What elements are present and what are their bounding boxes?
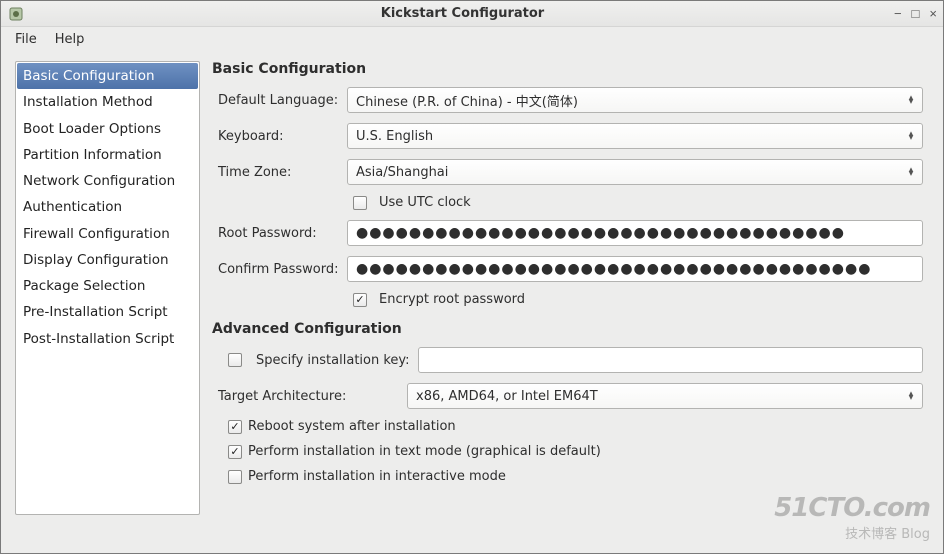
target-architecture-value: x86, AMD64, or Intel EM64T [416, 389, 904, 404]
sidebar-item-display-configuration[interactable]: Display Configuration [17, 247, 198, 273]
app-icon [7, 5, 25, 23]
main-panel: Basic Configuration Default Language: Ch… [212, 61, 929, 541]
keyboard-label: Keyboard: [212, 129, 347, 144]
sidebar-item-boot-loader-options[interactable]: Boot Loader Options [17, 116, 198, 142]
sidebar-item-basic-configuration[interactable]: Basic Configuration [17, 63, 198, 89]
interactive-label: Perform installation in interactive mode [248, 469, 506, 484]
default-language-combo[interactable]: Chinese (P.R. of China) - 中文(简体) ▴▾ [347, 87, 923, 113]
chevron-updown-icon: ▴▾ [904, 392, 918, 401]
use-utc-label: Use UTC clock [379, 195, 471, 210]
menu-file[interactable]: File [7, 30, 45, 49]
encrypt-root-label: Encrypt root password [379, 292, 525, 307]
window-title: Kickstart Configurator [31, 6, 894, 21]
text-mode-checkbox[interactable] [228, 445, 242, 459]
interactive-checkbox[interactable] [228, 470, 242, 484]
confirm-password-value: ●●●●●●●●●●●●●●●●●●●●●●●●●●●●●●●●●●●●●●● [356, 261, 871, 277]
sidebar-item-post-installation-script[interactable]: Post-Installation Script [17, 326, 198, 352]
time-zone-value: Asia/Shanghai [356, 165, 904, 180]
time-zone-label: Time Zone: [212, 165, 347, 180]
use-utc-checkbox[interactable] [353, 196, 367, 210]
sidebar-item-package-selection[interactable]: Package Selection [17, 273, 198, 299]
chevron-updown-icon: ▴▾ [904, 96, 918, 105]
sidebar-item-network-configuration[interactable]: Network Configuration [17, 168, 198, 194]
default-language-value: Chinese (P.R. of China) - 中文(简体) [356, 91, 904, 110]
sidebar-item-pre-installation-script[interactable]: Pre-Installation Script [17, 299, 198, 325]
root-password-input[interactable]: ●●●●●●●●●●●●●●●●●●●●●●●●●●●●●●●●●●●●● [347, 220, 923, 246]
titlebar: Kickstart Configurator − □ × [1, 1, 943, 27]
menubar: File Help [1, 27, 943, 51]
text-mode-label: Perform installation in text mode (graph… [248, 444, 601, 459]
sidebar-item-installation-method[interactable]: Installation Method [17, 89, 198, 115]
chevron-updown-icon: ▴▾ [904, 132, 918, 141]
reboot-checkbox[interactable] [228, 420, 242, 434]
close-button[interactable]: × [929, 6, 937, 21]
target-architecture-label: Target Architecture: [212, 389, 407, 404]
confirm-password-input[interactable]: ●●●●●●●●●●●●●●●●●●●●●●●●●●●●●●●●●●●●●●● [347, 256, 923, 282]
keyboard-value: U.S. English [356, 129, 904, 144]
menu-help[interactable]: Help [47, 30, 93, 49]
sidebar-item-authentication[interactable]: Authentication [17, 194, 198, 220]
advanced-configuration-heading: Advanced Configuration [212, 321, 923, 337]
reboot-label: Reboot system after installation [248, 419, 456, 434]
time-zone-combo[interactable]: Asia/Shanghai ▴▾ [347, 159, 923, 185]
keyboard-combo[interactable]: U.S. English ▴▾ [347, 123, 923, 149]
target-architecture-combo[interactable]: x86, AMD64, or Intel EM64T ▴▾ [407, 383, 923, 409]
root-password-value: ●●●●●●●●●●●●●●●●●●●●●●●●●●●●●●●●●●●●● [356, 225, 845, 241]
default-language-label: Default Language: [212, 93, 347, 108]
encrypt-root-checkbox[interactable] [353, 293, 367, 307]
specify-key-checkbox[interactable] [228, 353, 242, 367]
application-window: Kickstart Configurator − □ × File Help B… [0, 0, 944, 554]
content-area: Basic Configuration Installation Method … [1, 51, 943, 553]
root-password-label: Root Password: [212, 226, 347, 241]
sidebar-item-firewall-configuration[interactable]: Firewall Configuration [17, 221, 198, 247]
specify-key-label: Specify installation key: [256, 353, 410, 368]
confirm-password-label: Confirm Password: [212, 262, 347, 277]
sidebar-item-partition-information[interactable]: Partition Information [17, 142, 198, 168]
basic-configuration-heading: Basic Configuration [212, 61, 923, 77]
minimize-button[interactable]: − [894, 6, 902, 21]
maximize-button[interactable]: □ [912, 6, 920, 21]
chevron-updown-icon: ▴▾ [904, 168, 918, 177]
specify-key-input[interactable] [418, 347, 923, 373]
sidebar: Basic Configuration Installation Method … [15, 61, 200, 515]
